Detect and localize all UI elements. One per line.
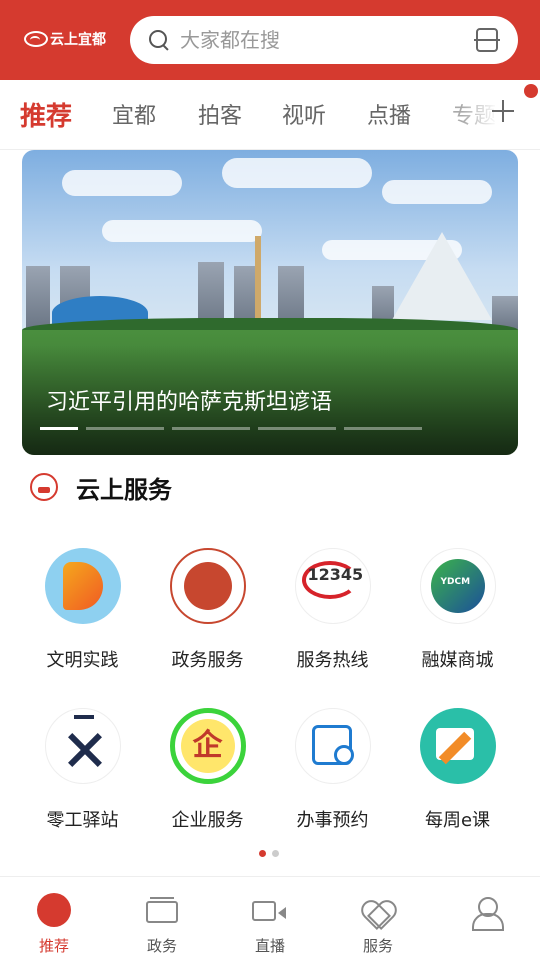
banner-indicator: [258, 427, 336, 430]
nav-government[interactable]: 政务: [108, 877, 216, 960]
service-item-gig-station[interactable]: 零工驿站: [20, 708, 145, 832]
banner-indicator: [344, 427, 422, 430]
tab-paike[interactable]: 拍客: [198, 98, 242, 130]
add-channel-icon[interactable]: [490, 98, 516, 124]
news-banner[interactable]: 习近平引用的哈萨克斯坦谚语: [22, 150, 518, 455]
app-logo[interactable]: 云上宜都: [24, 29, 106, 49]
nav-label: 政务: [146, 937, 177, 955]
media-mall-icon: YDCM: [419, 548, 496, 624]
service-item-appointment[interactable]: 办事预约: [270, 708, 395, 832]
cloud-service-icon: [30, 473, 58, 501]
civilization-practice-icon: [44, 548, 121, 624]
profile-icon: [470, 897, 504, 931]
service-item-civilization[interactable]: 文明实践: [20, 548, 145, 672]
hotline-12345-icon: 12345: [294, 548, 371, 624]
tab-recommend[interactable]: 推荐: [20, 96, 72, 133]
tab-dianbo[interactable]: 点播: [367, 98, 411, 130]
service-item-weekly-course[interactable]: 每周e课: [395, 708, 520, 832]
section-title: 云上服务: [76, 475, 172, 504]
home-icon: [37, 893, 71, 927]
service-label: 企业服务: [171, 810, 244, 831]
notification-dot: [524, 84, 538, 98]
logo-text: 云上宜都: [50, 32, 106, 48]
service-item-enterprise[interactable]: 企 企业服务: [145, 708, 270, 832]
bottom-navigation: 推荐 政务 直播 服务: [0, 876, 540, 960]
service-heart-icon: [362, 899, 394, 931]
appointment-calendar-icon: [294, 708, 371, 784]
service-label: 办事预约: [296, 810, 369, 831]
weekly-course-icon: [419, 708, 496, 784]
service-section-header: 云上服务: [30, 470, 172, 504]
service-label: 每周e课: [424, 810, 491, 831]
gig-station-icon: [44, 708, 121, 784]
service-label: 政务服务: [171, 650, 244, 671]
service-label: 文明实践: [46, 650, 119, 671]
search-bar[interactable]: [130, 16, 518, 64]
banner-indicator: [40, 427, 78, 430]
nav-profile[interactable]: [432, 877, 540, 960]
pyramid-building: [392, 232, 492, 320]
banner-indicators: [40, 427, 422, 430]
nav-recommend[interactable]: 推荐: [0, 877, 108, 960]
page-dot: [272, 850, 279, 857]
baiterek-tower: [255, 236, 261, 322]
search-icon: [148, 29, 170, 51]
service-label: 服务热线: [296, 650, 369, 671]
banner-indicator: [86, 427, 164, 430]
service-item-hotline[interactable]: 12345 服务热线: [270, 548, 395, 672]
nav-live[interactable]: 直播: [216, 877, 324, 960]
enterprise-service-icon: 企: [169, 708, 246, 784]
tab-yidu[interactable]: 宜都: [112, 98, 156, 130]
live-video-icon: [252, 901, 286, 921]
search-input[interactable]: [180, 28, 460, 52]
service-page-indicator: [259, 850, 279, 857]
logo-mark-icon: [24, 31, 48, 47]
government-icon: [146, 897, 178, 923]
nav-label: 服务: [362, 937, 393, 955]
channel-tabs: 推荐 宜都 拍客 视听 点播 专题: [0, 80, 540, 150]
service-item-government[interactable]: 政务服务: [145, 548, 270, 672]
nav-label: 推荐: [38, 937, 69, 955]
banner-indicator: [172, 427, 250, 430]
top-header: 云上宜都: [0, 0, 540, 80]
service-label: 融媒商城: [421, 650, 494, 671]
government-service-icon: [169, 548, 246, 624]
tab-shiting[interactable]: 视听: [282, 98, 326, 130]
banner-title[interactable]: 习近平引用的哈萨克斯坦谚语: [46, 384, 332, 416]
scan-icon[interactable]: [474, 28, 500, 52]
nav-label: 直播: [254, 937, 285, 955]
service-label: 零工驿站: [46, 810, 119, 831]
page-dot: [259, 850, 266, 857]
service-item-media-mall[interactable]: YDCM 融媒商城: [395, 548, 520, 672]
nav-service[interactable]: 服务: [324, 877, 432, 960]
